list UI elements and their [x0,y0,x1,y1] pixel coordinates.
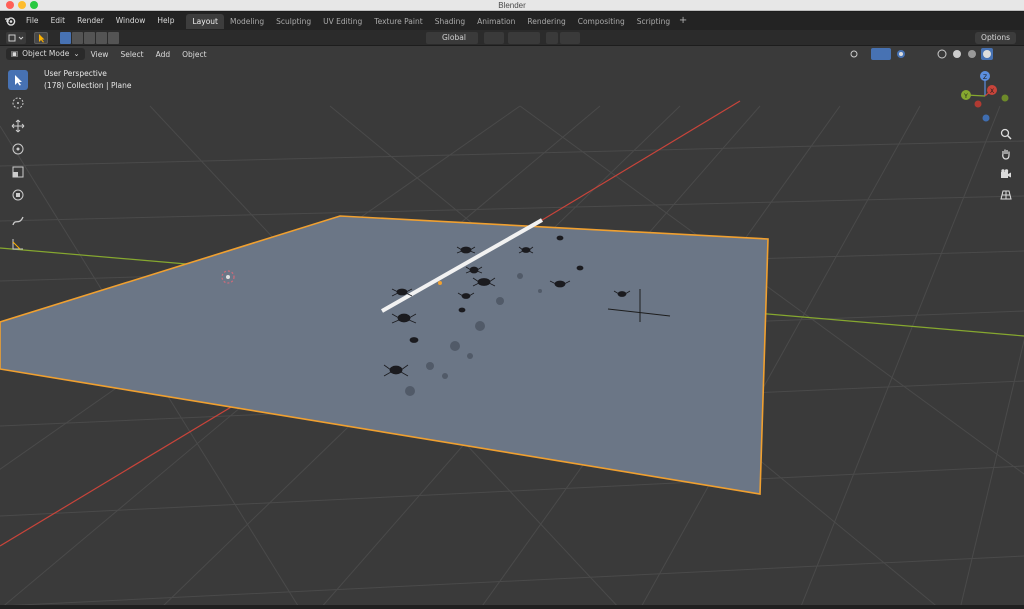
tab-animation[interactable]: Animation [471,14,521,29]
top-menu-bar: File Edit Render Window Help Layout Mode… [0,12,1024,30]
menu-add[interactable]: Add [150,50,177,59]
tab-sculpting[interactable]: Sculpting [270,14,317,29]
select-tool-button[interactable] [34,32,48,44]
zoom-icon[interactable] [998,126,1014,142]
gizmo-y-label: Y [963,93,968,100]
add-workspace-icon[interactable]: + [676,12,690,30]
hand-icon[interactable] [998,146,1014,162]
object-mode-label: Object Mode [22,49,70,58]
menu-object[interactable]: Object [176,50,212,59]
overlays-icon[interactable] [894,48,918,60]
menu-window[interactable]: Window [110,12,152,30]
orientation-dropdown[interactable]: Global [426,32,478,44]
object-mode-dropdown[interactable]: ▣ Object Mode ⌄ [6,48,85,60]
falloff-button[interactable] [560,32,580,44]
view-perspective-label: User Perspective [44,69,107,78]
spider [409,337,419,343]
xray-icon[interactable] [921,48,933,60]
spider [556,235,564,241]
proportional-edit-button[interactable] [546,32,558,44]
tab-modeling[interactable]: Modeling [224,14,270,29]
menu-render[interactable]: Render [71,12,110,30]
options-dropdown[interactable]: Options [975,32,1016,44]
tab-shading[interactable]: Shading [429,14,471,29]
status-bar [0,605,1024,609]
window-title: Blender [498,1,526,10]
menu-edit[interactable]: Edit [45,12,72,30]
viewport-scene: Z X Y [0,71,1024,609]
material-shading-icon[interactable] [966,48,978,60]
pivot-point-button[interactable] [484,32,504,44]
chevron-down-icon: ⌄ [73,49,80,58]
menu-view[interactable]: View [85,50,115,59]
blender-logo-icon[interactable] [0,12,20,30]
window-title-bar: Blender [0,0,1024,11]
object-origin [438,281,442,285]
tab-compositing[interactable]: Compositing [572,14,631,29]
orientation-label: Global [442,33,466,42]
camera-icon[interactable] [998,166,1014,182]
tab-scripting[interactable]: Scripting [631,14,676,29]
tab-texture-paint[interactable]: Texture Paint [368,14,428,29]
cursor-icon[interactable] [8,93,28,113]
select-box-icon[interactable] [8,70,28,90]
object-mode-icon: ▣ [11,49,19,58]
menu-file[interactable]: File [20,12,45,30]
grid-icon[interactable] [998,187,1014,203]
editor-type-button[interactable] [6,32,26,44]
tab-layout[interactable]: Layout [186,14,224,29]
spider [576,265,584,271]
gizmo-z-label: Z [983,74,987,81]
measure-icon[interactable] [8,234,28,254]
wireframe-shading-icon[interactable] [936,48,948,60]
navigation-gizmo[interactable]: Z X Y [961,71,1009,122]
move-icon[interactable] [8,116,28,136]
3d-viewport[interactable]: Z X Y ▣ Object Mode ⌄ View Select Add Ob… [0,46,1024,609]
menu-help[interactable]: Help [151,12,180,30]
select-mode-group[interactable] [60,32,120,44]
toolbar [8,70,30,257]
rendered-shading-icon[interactable] [981,48,993,60]
tool-settings-header: Global Options [0,30,1024,46]
tab-rendering[interactable]: Rendering [521,14,571,29]
rotate-icon[interactable] [8,139,28,159]
spider [458,307,466,313]
viewport-shading-controls [848,48,1018,60]
scale-icon[interactable] [8,162,28,182]
menu-select[interactable]: Select [114,50,149,59]
tab-uv-editing[interactable]: UV Editing [317,14,368,29]
transform-icon[interactable] [8,185,28,205]
solid-shading-icon[interactable] [951,48,963,60]
gizmo-x-label: X [990,88,994,95]
gizmo-toggle-icon[interactable] [871,48,891,60]
snap-button[interactable] [508,32,540,44]
annotate-icon[interactable] [8,211,28,231]
visibility-icon[interactable] [848,48,868,60]
collection-info-label: (178) Collection | Plane [44,81,132,90]
